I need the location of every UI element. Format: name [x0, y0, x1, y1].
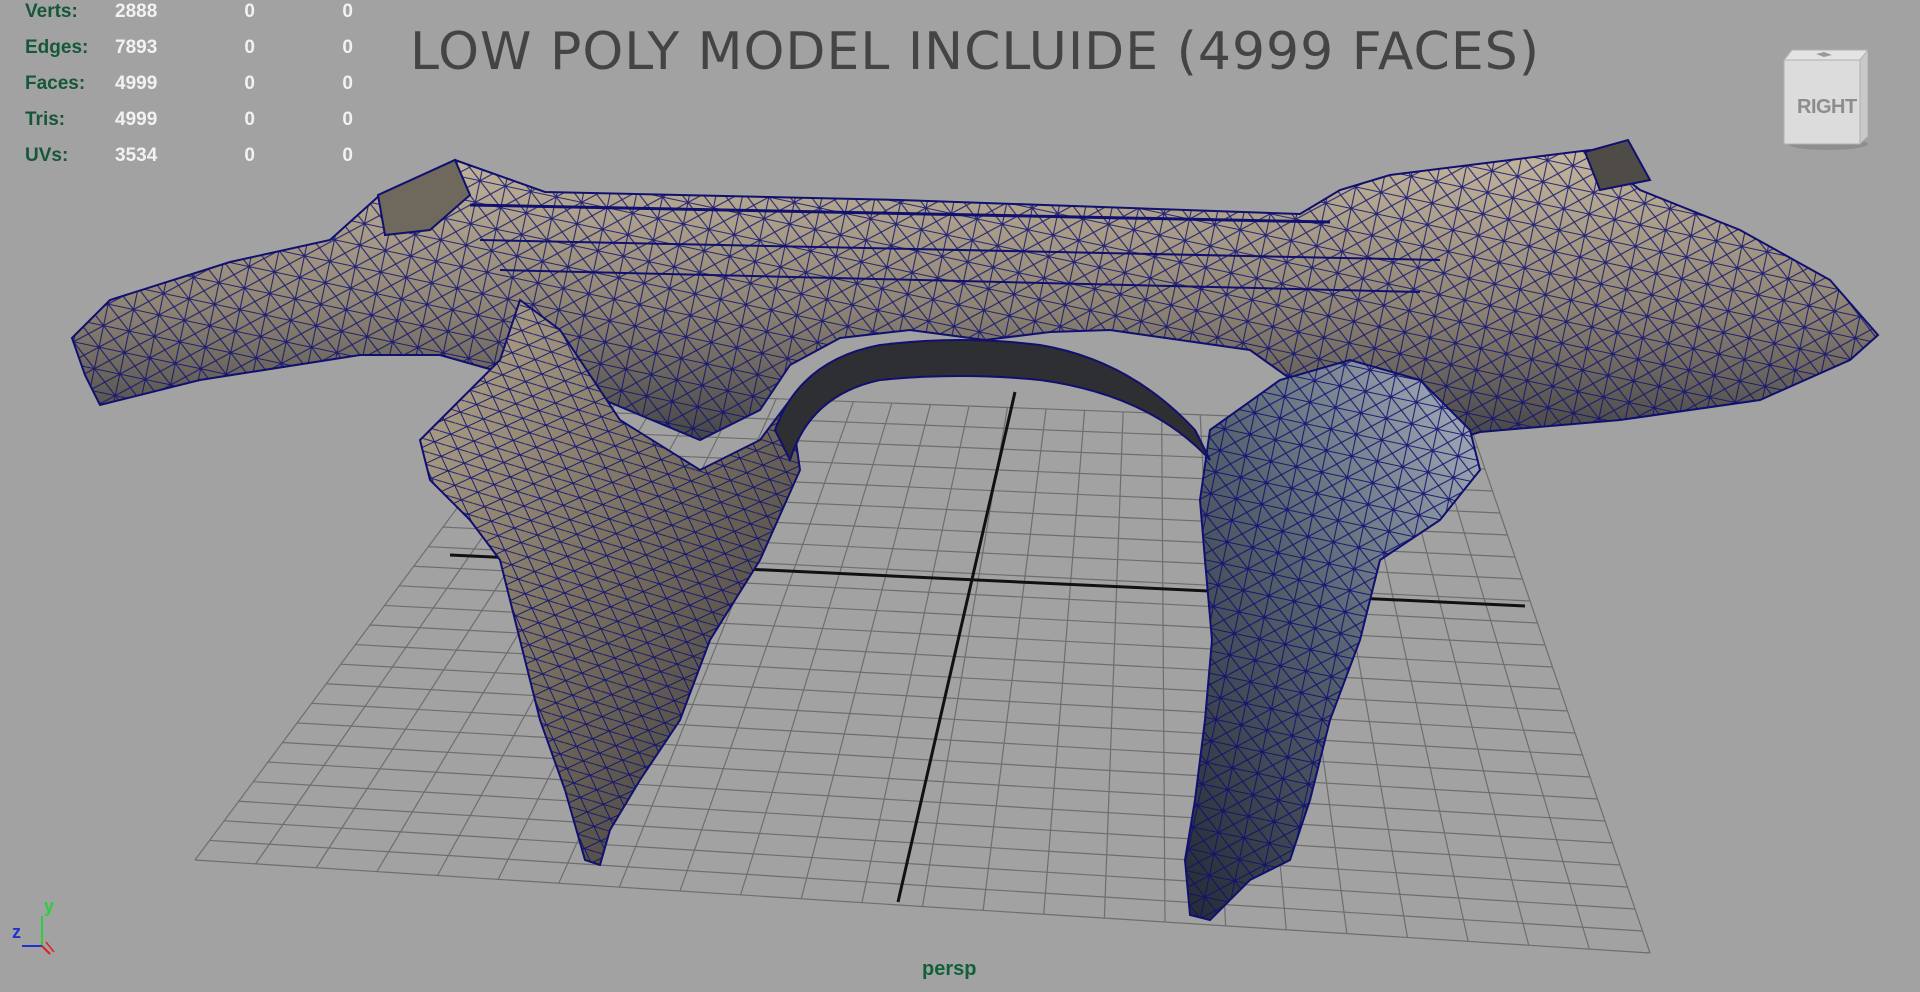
axis-gizmo: y z [8, 896, 58, 956]
camera-name: persp [922, 958, 977, 980]
hud-label: Faces: [25, 73, 86, 94]
hud-label: Edges: [25, 37, 89, 58]
grid-line [282, 741, 1606, 822]
grid-line [326, 683, 1583, 756]
grid-line [311, 702, 1591, 778]
hud-value-components: 0 [342, 1, 353, 22]
grid-line [224, 820, 1636, 910]
overlay-title: LOW POLY MODEL INCLUIDE (4999 FACES) [410, 22, 1540, 82]
grid-line [209, 839, 1643, 932]
hud-label: Tris: [25, 109, 66, 130]
hud-value-components: 0 [342, 109, 353, 130]
viewcube-face-label[interactable]: RIGHT [1797, 96, 1857, 119]
hud-value-components: 0 [342, 37, 353, 58]
hud-row-tris: Tris: 4999 0 0 [25, 102, 353, 138]
hud-value-components: 0 [342, 145, 353, 166]
grid-line [340, 663, 1576, 734]
hud-value-selected: 0 [244, 145, 255, 166]
grid-line [267, 761, 1613, 844]
viewport-persp[interactable]: Verts: 2888 0 0 Edges: 7893 0 0 Faces: 4… [0, 0, 1920, 992]
hud-value-selected: 0 [244, 73, 255, 94]
hud-row-verts: Verts: 2888 0 0 [25, 0, 353, 30]
bridge-model [70, 138, 1880, 922]
hud-value-selected: 0 [244, 109, 255, 130]
grid-line [1469, 424, 1651, 954]
hud-value: 7893 [115, 37, 158, 58]
axis-gizmo-icon [22, 916, 55, 955]
hud-value: 3534 [115, 145, 158, 166]
hud-value-selected: 0 [244, 1, 255, 22]
hud-label: UVs: [25, 145, 69, 166]
grid-line [297, 722, 1598, 800]
hud-value-components: 0 [342, 73, 353, 94]
grid-line [253, 781, 1621, 866]
hud-row-edges: Edges: 7893 0 0 [25, 30, 353, 66]
grid-line [238, 800, 1628, 888]
hud-row-uvs: UVs: 3534 0 0 [25, 138, 353, 174]
grid-line [1043, 410, 1086, 915]
heads-up-display: Verts: 2888 0 0 Edges: 7893 0 0 Faces: 4… [25, 0, 353, 174]
hud-value: 2888 [115, 1, 158, 22]
hud-row-faces: Faces: 4999 0 0 [25, 66, 353, 102]
grid-line [194, 859, 1651, 954]
hud-label: Verts: [25, 1, 78, 22]
hud-value-selected: 0 [244, 37, 255, 58]
hud-value: 4999 [115, 109, 158, 130]
hud-value: 4999 [115, 73, 158, 94]
